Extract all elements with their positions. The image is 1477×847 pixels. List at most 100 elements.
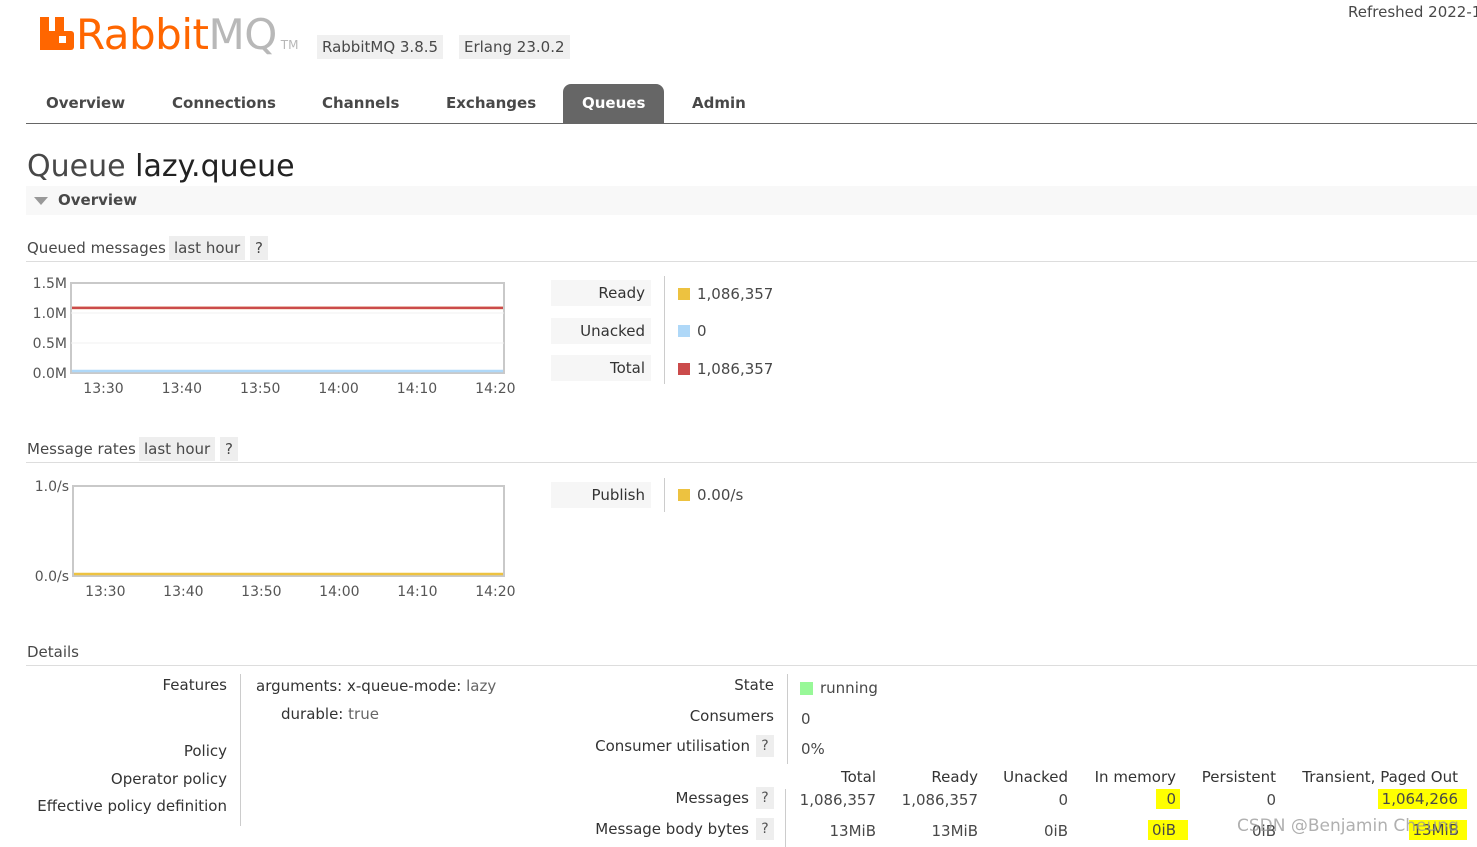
- queued-messages-title: Queued messages: [27, 239, 166, 257]
- x-tick-label: 14:20: [475, 584, 515, 600]
- col-transient-paged-out: Transient, Paged Out: [1302, 768, 1458, 786]
- y-tick-label: 1.5M: [33, 276, 67, 292]
- logo-text-mq: MQ: [208, 10, 277, 59]
- unacked-swatch: [678, 325, 690, 337]
- bytes-unacked: 0iB: [1043, 822, 1068, 840]
- logo-trademark: TM: [280, 38, 299, 52]
- row-messages-label: Messages: [675, 789, 749, 807]
- message-rates-help-button[interactable]: ?: [220, 437, 238, 461]
- tab-queues[interactable]: Queues: [563, 84, 665, 123]
- message-rates-range-select[interactable]: last hour: [139, 437, 216, 461]
- x-tick-label: 14:00: [318, 381, 358, 397]
- section-title: Overview: [58, 191, 138, 209]
- x-tick-label: 14:00: [319, 584, 359, 600]
- csdn-watermark: CSDN @Benjamin Cheung: [1237, 816, 1459, 836]
- state-label: State: [734, 676, 774, 694]
- tab-overview[interactable]: Overview: [27, 84, 144, 123]
- y-tick-label: 1.0/s: [35, 479, 69, 495]
- messages-in-memory: 0: [1156, 789, 1180, 809]
- rabbitmq-logo[interactable]: Rabbit MQ TM: [40, 12, 298, 56]
- ready-count: 1,086,357: [697, 285, 774, 303]
- y-tick-label: 0.0M: [33, 366, 67, 382]
- legend-unacked-label: Unacked: [551, 318, 651, 344]
- y-tick-label: 0.5M: [33, 336, 67, 352]
- overview-section-toggle[interactable]: Overview: [26, 186, 1477, 215]
- queued-messages-header: Queued messages last hour ?: [26, 236, 1477, 262]
- legend-ready-value: 1,086,357: [678, 285, 773, 303]
- rabbitmq-version-badge: RabbitMQ 3.8.5: [317, 35, 444, 59]
- refreshed-status[interactable]: Refreshed 2022-1: [1348, 3, 1477, 21]
- bytes-in-memory: 0iB: [1147, 820, 1188, 840]
- queued-messages-chart: 1.5M 1.0M 0.5M 0.0M 13:30 13:40 13:50 14:00 14:1…: [33, 276, 516, 397]
- table-separator: [785, 789, 786, 847]
- queued-messages-help-button[interactable]: ?: [250, 236, 268, 260]
- tab-connections[interactable]: Connections: [153, 84, 295, 123]
- col-in-memory: In memory: [1094, 768, 1176, 786]
- x-tick-label: 13:30: [83, 381, 123, 397]
- rabbitmq-logo-icon: [40, 17, 74, 50]
- legend-unacked-value: 0: [678, 322, 707, 340]
- col-persistent: Persistent: [1201, 768, 1276, 786]
- policy-label: Policy: [183, 742, 227, 760]
- feature-arguments: arguments: x-queue-mode: lazy: [256, 677, 496, 695]
- details-separator-right: [787, 674, 788, 764]
- erlang-version-badge: Erlang 23.0.2: [459, 35, 570, 59]
- tab-channels[interactable]: Channels: [303, 84, 418, 123]
- publish-swatch: [678, 489, 690, 501]
- row-message-body-bytes-label: Message body bytes: [595, 820, 749, 838]
- queue-name: lazy.queue: [135, 149, 295, 184]
- main-nav-tabs: Overview Connections Channels Exchanges …: [26, 84, 1477, 124]
- x-tick-label: 13:30: [85, 584, 125, 600]
- state-running-swatch: [800, 681, 813, 695]
- messages-unacked: 0: [1058, 791, 1068, 809]
- messages-ready: 1,086,357: [901, 791, 978, 809]
- consumers-value: 0: [801, 710, 811, 728]
- feature-durable: durable: true: [281, 705, 379, 723]
- operator-policy-label: Operator policy: [110, 770, 227, 788]
- page-title-prefix: Queue: [27, 149, 126, 184]
- consumer-utilisation-help-button[interactable]: ?: [756, 735, 774, 757]
- arguments-name: x-queue-mode:: [347, 677, 462, 695]
- details-header: Details: [26, 640, 1477, 666]
- messages-total: 1,086,357: [799, 791, 876, 809]
- message-rates-header: Message rates last hour ?: [26, 437, 1477, 463]
- x-tick-label: 13:50: [240, 381, 280, 397]
- logo-text-rabbit: Rabbit: [76, 10, 209, 59]
- effective-policy-label: Effective policy definition: [37, 797, 227, 815]
- legend-publish-value: 0.00/s: [678, 486, 743, 504]
- messages-help-button[interactable]: ?: [756, 787, 774, 809]
- legend-ready-label: Ready: [551, 280, 651, 306]
- total-count: 1,086,357: [697, 360, 774, 378]
- col-total: Total: [840, 768, 876, 786]
- durable-value: true: [348, 705, 379, 723]
- y-tick-label: 1.0M: [33, 306, 67, 322]
- legend-total-label: Total: [551, 355, 651, 381]
- col-unacked: Unacked: [1003, 768, 1068, 786]
- y-tick-label: 0.0/s: [35, 569, 69, 585]
- tab-admin[interactable]: Admin: [673, 84, 765, 123]
- collapse-triangle-icon: [34, 197, 48, 205]
- consumer-utilisation-label: Consumer utilisation: [595, 737, 750, 755]
- tab-exchanges[interactable]: Exchanges: [427, 84, 555, 123]
- details-title: Details: [27, 643, 80, 661]
- x-tick-label: 13:50: [241, 584, 281, 600]
- total-swatch: [678, 363, 690, 375]
- queued-messages-range-select[interactable]: last hour: [169, 236, 246, 260]
- messages-transient-paged-out: 1,064,266: [1377, 789, 1467, 809]
- arguments-value: lazy: [466, 677, 497, 695]
- col-ready: Ready: [931, 768, 978, 786]
- durable-key: durable:: [281, 705, 344, 723]
- arguments-key: arguments:: [256, 677, 343, 695]
- details-separator-left: [240, 674, 241, 826]
- legend-separator: [664, 276, 665, 384]
- messages-persistent: 0: [1266, 791, 1276, 809]
- state-text: running: [820, 679, 878, 697]
- ready-swatch: [678, 288, 690, 300]
- publish-rate: 0.00/s: [697, 486, 744, 504]
- message-body-bytes-help-button[interactable]: ?: [756, 818, 774, 840]
- x-tick-label: 14:20: [475, 381, 515, 397]
- state-value: running: [800, 679, 878, 697]
- consumers-label: Consumers: [689, 707, 774, 725]
- x-tick-label: 14:10: [397, 584, 437, 600]
- bytes-total: 13MiB: [829, 822, 877, 840]
